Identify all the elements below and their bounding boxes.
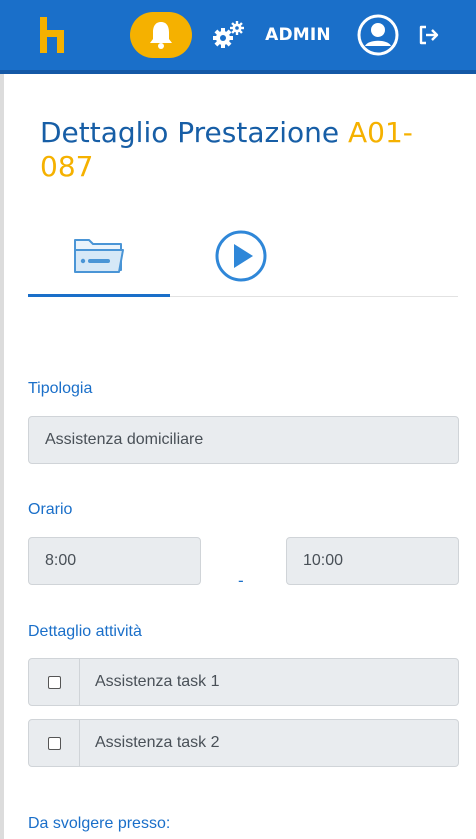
page-title-text: Dettaglio Prestazione <box>40 116 340 149</box>
task-checkbox-cell[interactable] <box>29 720 80 766</box>
bell-icon <box>130 12 192 58</box>
sidebar-edge <box>0 74 4 839</box>
notifications-button[interactable] <box>130 0 192 70</box>
page-title: Dettaglio Prestazione A01-087 <box>40 116 460 184</box>
user-icon <box>357 14 399 56</box>
orario-label: Orario <box>28 501 73 518</box>
tab-details[interactable] <box>28 215 170 297</box>
gears-icon <box>213 21 244 48</box>
dettaglio-attivita-label: Dettaglio attività <box>28 623 142 640</box>
settings-button[interactable] <box>206 0 250 70</box>
task-row: Assistenza task 1 <box>28 658 459 706</box>
play-circle-icon <box>215 230 267 281</box>
task-label: Assistenza task 2 <box>95 734 220 751</box>
tipologia-field[interactable]: Assistenza domiciliare <box>28 416 459 464</box>
task-label: Assistenza task 1 <box>95 673 220 690</box>
admin-username[interactable]: ADMIN <box>256 0 340 70</box>
time-separator: - <box>238 571 244 590</box>
tipologia-label: Tipologia <box>28 380 93 397</box>
tab-start[interactable] <box>186 215 296 296</box>
folder-card-icon <box>74 238 124 273</box>
user-profile-button[interactable] <box>352 0 404 70</box>
logout-button[interactable] <box>414 0 444 70</box>
task-checkbox-cell[interactable] <box>29 659 80 705</box>
task-checkbox[interactable] <box>47 675 61 689</box>
task-row: Assistenza task 2 <box>28 719 459 767</box>
logo-h-icon[interactable] <box>36 0 70 70</box>
top-navbar: ADMIN <box>0 0 476 74</box>
orario-to-field[interactable]: 10:00 <box>286 537 459 585</box>
task-checkbox[interactable] <box>47 736 61 750</box>
logout-icon <box>419 25 439 45</box>
orario-from-field[interactable]: 8:00 <box>28 537 201 585</box>
detail-tabs <box>28 215 458 297</box>
da-svolgere-presso-label: Da svolgere presso: <box>28 815 171 832</box>
